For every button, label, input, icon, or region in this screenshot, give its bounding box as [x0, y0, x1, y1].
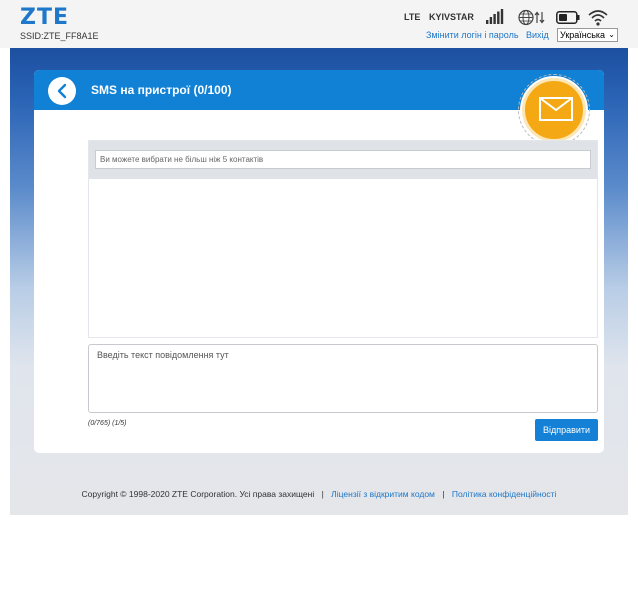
logout-link[interactable]: Вихід — [526, 30, 549, 40]
battery-icon — [556, 11, 580, 24]
language-select-value: Українська — [560, 30, 606, 40]
top-header: ZTE SSID:ZTE_FF8A1E LTE KYIVSTAR Змінити… — [0, 0, 638, 48]
wifi-icon — [588, 10, 608, 26]
change-login-password-link[interactable]: Змінити логін і пароль — [426, 30, 519, 40]
character-counter: (0/765) (1/5) — [88, 420, 127, 427]
recipients-list[interactable] — [89, 179, 597, 337]
chevron-down-icon: ⌄ — [608, 30, 615, 39]
sms-card-title: SMS на пристрої (0/100) — [91, 83, 232, 97]
signal-bars-icon — [486, 9, 504, 24]
footer-separator: | — [321, 489, 324, 499]
network-type-label: LTE — [404, 12, 421, 22]
mail-badge — [522, 78, 586, 142]
send-button[interactable]: Відправити — [535, 419, 598, 441]
envelope-icon — [539, 97, 573, 121]
message-textarea[interactable]: Введіть текст повідомлення тут — [88, 344, 598, 413]
back-button[interactable] — [48, 77, 76, 105]
contacts-input[interactable]: Ви можете вибрати не більш ніж 5 контакт… — [95, 150, 591, 169]
open-source-licenses-link[interactable]: Ліцензії з відкритим кодом — [331, 489, 435, 499]
language-select[interactable]: Українська ⌄ — [557, 28, 618, 42]
footer-separator: | — [442, 489, 445, 499]
operator-label: KYIVSTAR — [429, 12, 474, 22]
privacy-policy-link[interactable]: Політика конфіденційності — [452, 489, 557, 499]
recipients-toolbar: Ви можете вибрати не більш ніж 5 контакт… — [89, 141, 597, 179]
globe-transfer-icon — [518, 9, 545, 26]
ssid-label: SSID:ZTE_FF8A1E — [20, 31, 99, 41]
footer: Copyright © 1998-2020 ZTE Corporation. У… — [10, 489, 628, 499]
chevron-left-icon — [57, 83, 67, 99]
app-root: ZTE SSID:ZTE_FF8A1E LTE KYIVSTAR Змінити… — [0, 0, 638, 600]
zte-logo: ZTE — [20, 5, 69, 30]
copyright-text: Copyright © 1998-2020 ZTE Corporation. У… — [81, 489, 315, 499]
recipients-panel: Ви можете вибрати не більш ніж 5 контакт… — [88, 140, 598, 338]
